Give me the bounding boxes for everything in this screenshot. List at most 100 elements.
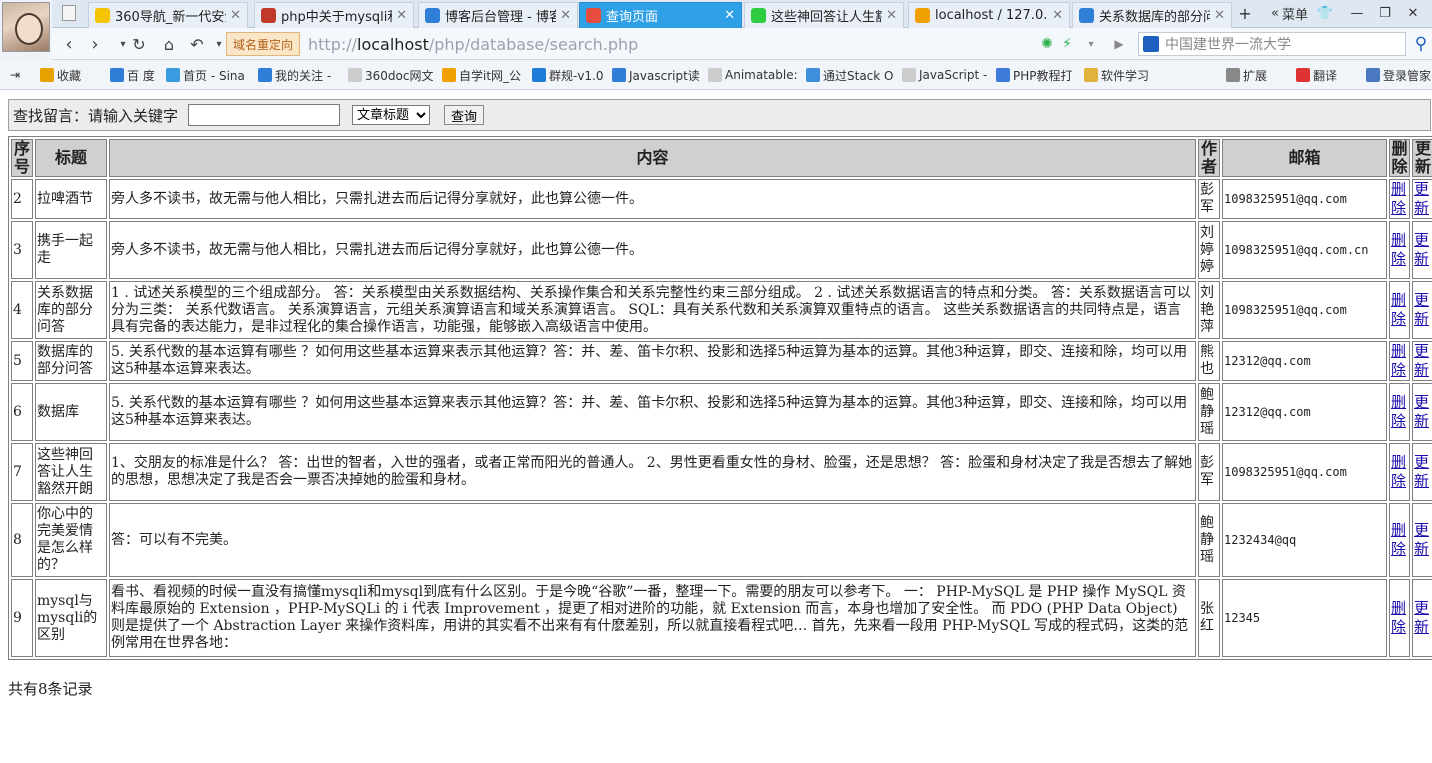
bookmark-item[interactable]: 收藏 — [40, 66, 96, 84]
bookmark-import-icon[interactable]: ⇥ — [10, 66, 20, 84]
tab-close-icon[interactable]: ✕ — [1052, 8, 1063, 23]
bookmark-item[interactable]: 翻译 — [1296, 66, 1348, 84]
tab-7[interactable]: 关系数据库的部分问 ✕ — [1072, 2, 1232, 28]
tab-close-icon[interactable]: ✕ — [396, 8, 407, 23]
delete-link[interactable]: 删除 — [1391, 180, 1406, 217]
cell-content: 5. 关系代数的基本运算有哪些 ？如何用这些基本运算来表示其他运算？答：并、差、… — [109, 383, 1196, 441]
bookmark-item[interactable]: 通过Stack O — [806, 66, 894, 84]
search-icon[interactable]: ⚲ — [1410, 33, 1432, 55]
cell-email: 1232434@qq — [1222, 503, 1387, 577]
tab-label: localhost / 127.0.0 — [935, 8, 1049, 23]
delete-link[interactable]: 删除 — [1391, 231, 1406, 268]
table-row: 6 数据库 5. 关系代数的基本运算有哪些 ？如何用这些基本运算来表示其他运算？答：… — [11, 383, 1432, 441]
bookmark-item[interactable]: 我的关注 - — [258, 66, 340, 84]
tab-close-icon[interactable]: ✕ — [724, 8, 735, 23]
menu-label[interactable]: 菜单 — [1278, 4, 1312, 23]
tab-favicon-icon — [261, 8, 276, 23]
bookmark-icon — [806, 68, 820, 82]
redirect-badge[interactable]: 域名重定向 — [226, 32, 300, 56]
address-bar[interactable]: http://localhost/php/database/search.php — [302, 32, 1112, 56]
reload-icon[interactable]: ↻ — [128, 33, 150, 55]
bookmark-item[interactable]: 首页 - Sina — [166, 66, 248, 84]
query-button[interactable]: 查询 — [444, 105, 485, 125]
tab-5[interactable]: 这些神回答让人生豁 ✕ — [744, 2, 904, 28]
tab-close-icon[interactable]: ✕ — [886, 8, 897, 23]
bookmark-item[interactable]: 扩展 — [1226, 66, 1282, 84]
bookmark-item[interactable]: 群规-v1.0 — [532, 66, 606, 84]
delete-link[interactable]: 删除 — [1391, 342, 1406, 379]
bookmark-item[interactable]: 360doc网文 — [348, 66, 436, 84]
search-form-label: 查找留言：请输入关键字 — [13, 106, 179, 125]
update-link[interactable]: 更新 — [1414, 342, 1429, 379]
update-link[interactable]: 更新 — [1414, 231, 1429, 268]
bookmark-label: 软件学习 — [1101, 68, 1150, 83]
tab-4[interactable]: 查询页面 ✕ — [579, 2, 742, 28]
bookmark-label: 群规-v1.0 — [549, 68, 604, 83]
table-header-row: 序号 标题 内容 作者 邮箱 删除 更新 — [11, 139, 1432, 177]
update-link[interactable]: 更新 — [1414, 291, 1429, 328]
bookmarks-bar: ⇥ 收藏 百 度 首页 - Sina 我的关注 - 360doc网文 自学it网_公 群规-v… — [0, 60, 1432, 90]
table-row: 4 关系数据库的部分问答 1 . 试述关系模型的三个组成部分。 答：关系模型由关系数… — [11, 281, 1432, 339]
sidebar-toggle-icon[interactable] — [62, 5, 76, 21]
tab-close-icon[interactable]: ✕ — [230, 8, 241, 23]
bookmark-item[interactable]: Javascript读 — [612, 66, 702, 84]
delete-link[interactable]: 删除 — [1391, 521, 1406, 558]
tab-close-icon[interactable]: ✕ — [1214, 8, 1225, 23]
new-tab-button[interactable]: + — [1234, 4, 1256, 23]
tab-6[interactable]: localhost / 127.0.0 ✕ — [908, 2, 1070, 28]
cell-email: 1098325951@qq.com.cn — [1222, 221, 1387, 279]
update-link[interactable]: 更新 — [1414, 393, 1429, 430]
cell-id: 6 — [11, 383, 33, 441]
keyword-input[interactable] — [188, 104, 341, 126]
speed-mode-icon[interactable]: ⚡ — [1056, 33, 1078, 55]
table-row: 8 你心中的完美爱情是怎么样的？ 答：可以有不完美。 鲍静瑶 1232434@qq 删除更… — [11, 503, 1432, 577]
tab-close-icon[interactable]: ✕ — [560, 8, 571, 23]
bookmark-icon — [110, 68, 124, 82]
tab-3[interactable]: 博客后台管理 - 博客 ✕ — [418, 2, 578, 28]
update-link[interactable]: 更新 — [1414, 180, 1429, 217]
forward-icon[interactable]: › — [84, 33, 106, 55]
delete-link[interactable]: 删除 — [1391, 453, 1406, 490]
bookmark-item[interactable]: PHP教程打 — [996, 66, 1076, 84]
bookmark-icon — [1226, 68, 1240, 82]
tab-2[interactable]: php中关于mysqli和 ✕ — [254, 2, 414, 28]
bookmark-item[interactable]: Animatable: — [708, 66, 798, 84]
go-icon[interactable]: ▶ — [1108, 33, 1130, 55]
bookmark-icon — [1366, 68, 1380, 82]
bookmark-icon — [348, 68, 362, 82]
delete-link[interactable]: 删除 — [1391, 393, 1406, 430]
bookmark-item[interactable]: 自学it网_公 — [442, 66, 524, 84]
delete-link[interactable]: 删除 — [1391, 291, 1406, 328]
bookmark-label: 百 度 — [127, 68, 155, 83]
bookmark-item[interactable]: 登录管家 — [1366, 66, 1432, 84]
home-icon[interactable]: ⌂ — [158, 33, 180, 55]
skin-icon[interactable]: 👕 — [1314, 4, 1336, 22]
update-link[interactable]: 更新 — [1414, 521, 1429, 558]
header-title: 标题 — [35, 139, 107, 177]
bookmark-item[interactable]: 百 度 — [110, 66, 158, 84]
search-engine-icon[interactable] — [1143, 36, 1159, 52]
undo-icon[interactable]: ↶ — [186, 33, 208, 55]
user-avatar[interactable] — [2, 2, 50, 52]
delete-link[interactable]: 删除 — [1391, 599, 1406, 636]
security-shield-icon[interactable]: ✺ — [1036, 33, 1058, 55]
update-link[interactable]: 更新 — [1414, 453, 1429, 490]
tab-favicon-icon — [425, 8, 440, 23]
restore-icon[interactable]: ❐ — [1374, 4, 1396, 22]
delete-link-cell: 删除 — [1389, 579, 1410, 657]
minimize-icon[interactable]: — — [1346, 4, 1368, 22]
bookmark-item[interactable]: 软件学习 — [1084, 66, 1154, 84]
cell-id: 3 — [11, 221, 33, 279]
search-input[interactable]: 中国建世界一流大学 — [1138, 32, 1406, 56]
address-dropdown-icon[interactable]: ▾ — [1080, 33, 1102, 55]
update-link-cell: 更新 — [1412, 221, 1432, 279]
cell-content: 旁人多不读书，故无需与他人相比，只需扎进去而后记得分享就好，此也算公德一件。 — [109, 221, 1196, 279]
bookmark-item[interactable]: JavaScript - — [902, 66, 990, 84]
update-link[interactable]: 更新 — [1414, 599, 1429, 636]
search-field-select[interactable]: 文章标题 — [352, 105, 431, 125]
back-icon[interactable]: ‹ — [58, 33, 80, 55]
close-window-icon[interactable]: ✕ — [1402, 4, 1424, 22]
bookmark-label: Javascript读 — [629, 68, 700, 83]
bookmark-icon — [902, 68, 916, 82]
tab-1[interactable]: 360导航_新一代安全 ✕ — [88, 2, 248, 28]
